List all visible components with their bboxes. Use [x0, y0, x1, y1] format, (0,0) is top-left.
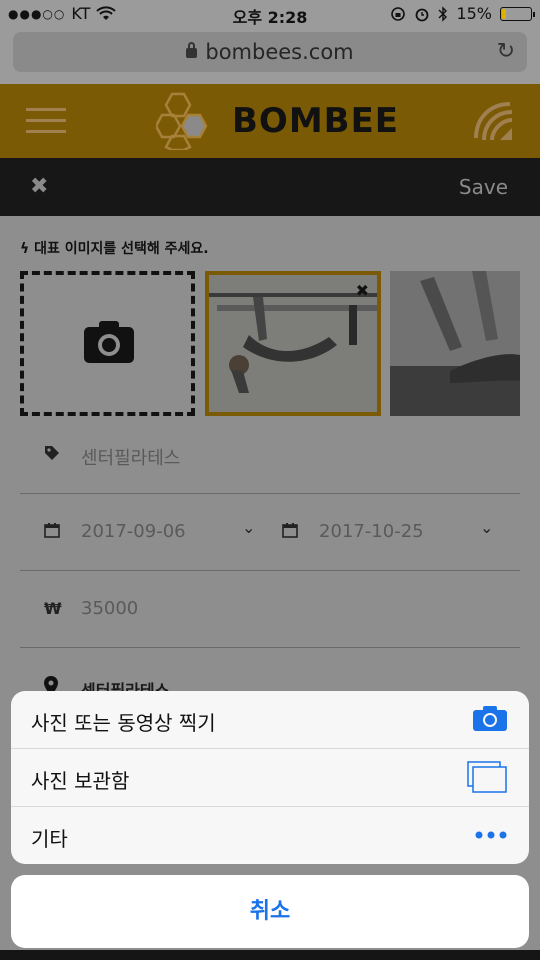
photo-thumbnail — [390, 271, 520, 416]
bottom-strip — [0, 950, 540, 960]
option-label: 사진 또는 동영상 찍기 — [31, 711, 216, 735]
alarm-icon — [416, 8, 429, 21]
photo-tile[interactable] — [390, 271, 520, 416]
cancel-button[interactable]: 취소 — [11, 875, 529, 948]
price-row[interactable]: ₩ 35000 — [20, 571, 520, 648]
add-photo-tile[interactable] — [20, 271, 195, 416]
image-hint: ϟ 대표 이미지를 선택해 주세요. — [20, 238, 209, 258]
editor-action-bar: ✖ Save — [0, 158, 540, 216]
start-date-field[interactable]: 2017-09-06 ⌄ — [20, 494, 270, 571]
battery-percent: 15% — [456, 4, 492, 23]
calendar-icon — [44, 522, 60, 542]
chevron-down-icon: ⌄ — [242, 518, 256, 537]
date-row: 2017-09-06 ⌄ 2017-10-25 ⌄ — [20, 494, 520, 571]
wing-icon[interactable] — [472, 100, 516, 144]
bolt-icon: ϟ — [20, 241, 35, 257]
price-field[interactable]: 35000 — [81, 598, 138, 619]
bluetooth-icon — [438, 5, 448, 22]
won-icon: ₩ — [44, 599, 62, 618]
take-photo-option[interactable]: 사진 또는 동영상 찍기 — [11, 691, 529, 749]
more-icon — [475, 831, 507, 839]
address-bar[interactable]: bombees.com ↻ — [13, 32, 527, 72]
site-logo[interactable]: BOMBEE — [156, 92, 399, 150]
photo-library-option[interactable]: 사진 보관함 — [11, 749, 529, 807]
brand-name: BOMBEE — [232, 101, 400, 141]
start-date-value: 2017-09-06 — [81, 521, 186, 542]
end-date-field[interactable]: 2017-10-25 ⌄ — [258, 494, 520, 571]
chevron-down-icon: ⌄ — [480, 518, 494, 537]
name-row[interactable]: 센터필라테스 — [20, 417, 520, 494]
rotation-lock-icon — [391, 6, 406, 21]
image-hint-text: 대표 이미지를 선택해 주세요. — [34, 241, 209, 257]
close-icon[interactable]: ✖ — [30, 174, 48, 199]
browser-toolbar: bombees.com ↻ — [0, 28, 540, 84]
camera-icon — [84, 321, 134, 363]
photo-thumbnail — [209, 275, 377, 412]
remove-photo-icon[interactable]: ✖ — [356, 281, 369, 300]
calendar-icon — [282, 522, 298, 542]
url-text: bombees.com — [205, 40, 354, 64]
honeycomb-logo-icon — [156, 92, 208, 150]
site-header: BOMBEE — [0, 84, 540, 158]
reload-icon[interactable]: ↻ — [497, 32, 515, 72]
menu-icon[interactable] — [26, 108, 66, 136]
tag-icon — [44, 445, 60, 465]
other-option[interactable]: 기타 — [11, 807, 529, 864]
option-label: 사진 보관함 — [31, 769, 130, 793]
battery-icon — [500, 6, 535, 21]
photo-library-icon — [467, 761, 507, 793]
action-sheet: 사진 또는 동영상 찍기 사진 보관함 기타 — [11, 691, 529, 864]
option-label: 기타 — [31, 827, 68, 851]
selected-photo-tile[interactable]: ✖ — [205, 271, 381, 416]
end-date-value: 2017-10-25 — [319, 521, 424, 542]
camera-icon — [473, 706, 507, 731]
lock-icon — [186, 42, 198, 58]
status-bar: ●●●○○ KT 오후 2:28 15% — [0, 0, 540, 28]
save-button[interactable]: Save — [459, 175, 508, 199]
name-field[interactable]: 센터필라테스 — [81, 444, 180, 470]
